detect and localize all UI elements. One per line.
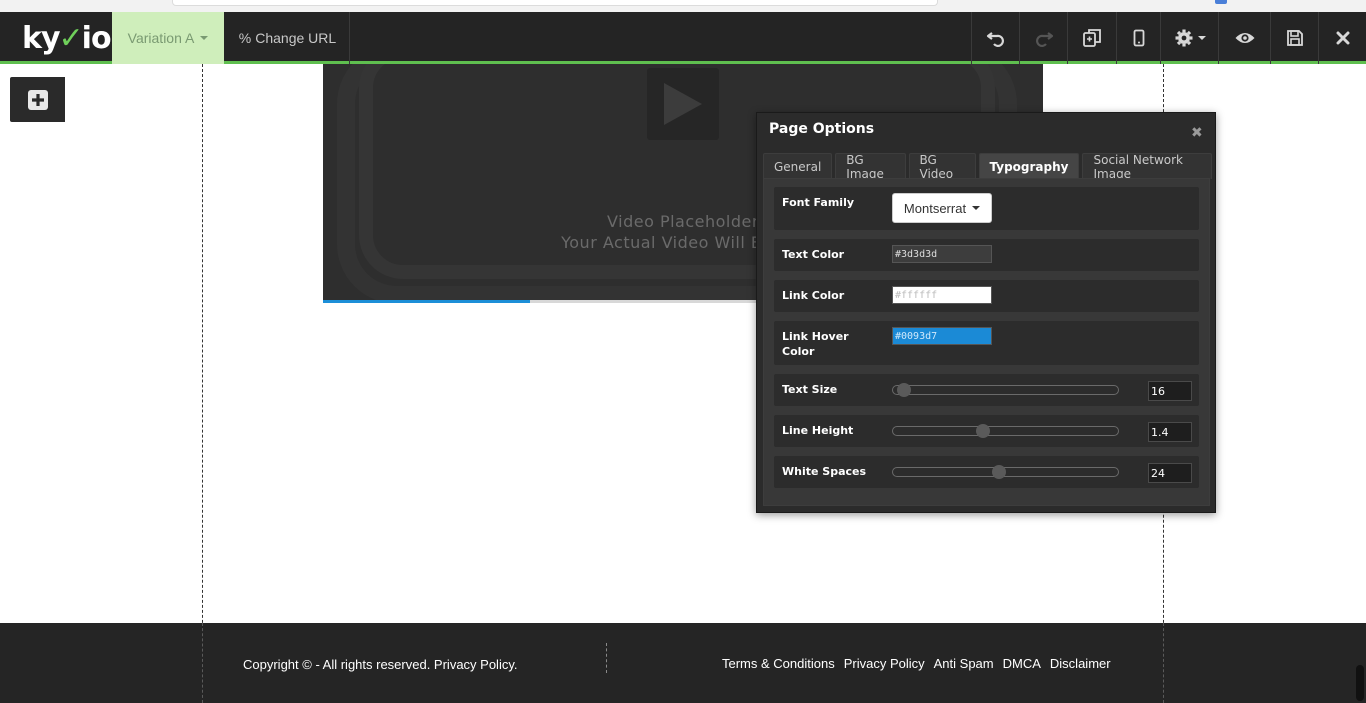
footer-left-guide [202, 623, 203, 703]
link-color-row: Link Color #ffffff [774, 280, 1199, 312]
white-spaces-slider[interactable] [892, 465, 1119, 479]
page-footer: Copyright © - All rights reserved. Priva… [0, 623, 1366, 703]
white-spaces-label: White Spaces [782, 465, 867, 478]
copy-icon [1083, 29, 1101, 47]
link-hover-color-label: Link Hover Color [782, 330, 849, 358]
play-icon [664, 83, 702, 125]
page-options-panel: Page Options ✖ General BG Image BG Video… [756, 112, 1216, 513]
preview-button[interactable] [1218, 12, 1270, 64]
link-color-field[interactable]: #ffffff [892, 286, 992, 304]
content-left-guide [202, 64, 203, 703]
kyvio-logo: ky ✓ io [22, 20, 112, 56]
gear-icon [1175, 29, 1192, 47]
settings-button[interactable] [1160, 12, 1218, 64]
change-url-label: Change URL [255, 30, 337, 46]
line-height-label: Line Height [782, 424, 854, 437]
mobile-view-button[interactable] [1116, 12, 1160, 64]
text-color-row: Text Color #3d3d3d [774, 239, 1199, 271]
text-color-field[interactable]: #3d3d3d [892, 245, 992, 263]
footer-link-terms[interactable]: Terms & Conditions [722, 656, 835, 671]
footer-right-guide [1163, 623, 1164, 703]
save-button[interactable] [1270, 12, 1318, 64]
variation-dropdown[interactable]: Variation A [112, 12, 224, 64]
text-size-row: Text Size 16 [774, 374, 1199, 406]
font-family-label: Font Family [782, 196, 855, 209]
browser-chrome-strip [0, 0, 1366, 12]
panel-title: Page Options [769, 121, 875, 137]
typography-tab-content: Font Family Montserrat Text Color #3d3d3… [763, 178, 1210, 506]
white-spaces-slider-handle[interactable] [991, 465, 1006, 479]
undo-button[interactable] [971, 12, 1019, 64]
white-spaces-input[interactable]: 24 [1148, 463, 1192, 483]
duplicate-button[interactable] [1067, 12, 1116, 64]
video-progress-fill [323, 300, 530, 303]
tab-general[interactable]: General [763, 153, 833, 179]
tab-bg-video[interactable]: BG Video [908, 153, 976, 181]
editor-toolbar: ky ✓ io Variation A % Change URL [0, 12, 1366, 64]
close-editor-button[interactable] [1318, 12, 1366, 64]
footer-column-divider [606, 643, 607, 673]
page-scrollbar[interactable] [1356, 665, 1364, 701]
browser-indicator [1215, 0, 1227, 4]
redo-button[interactable] [1019, 12, 1067, 64]
close-icon [1336, 31, 1349, 45]
text-color-label: Text Color [782, 248, 845, 261]
panel-tabs: General BG Image BG Video Typography Soc… [763, 153, 1215, 181]
chevron-down-icon [972, 206, 981, 210]
tab-typography[interactable]: Typography [978, 153, 1080, 179]
line-height-slider[interactable] [892, 424, 1119, 438]
add-section-button[interactable] [10, 77, 65, 122]
line-height-input[interactable]: 1.4 [1148, 422, 1192, 442]
font-family-row: Font Family Montserrat [774, 187, 1199, 230]
line-height-row: Line Height 1.4 [774, 415, 1199, 447]
mobile-icon [1133, 29, 1144, 47]
link-color-label: Link Color [782, 289, 845, 302]
footer-copyright: Copyright © - All rights reserved. Priva… [243, 657, 518, 672]
tab-bg-image[interactable]: BG Image [835, 153, 906, 181]
font-family-value: Montserrat [903, 200, 967, 216]
tab-social-network-image[interactable]: Social Network Image [1082, 153, 1212, 181]
logo-part-ky: ky [22, 20, 61, 56]
link-hover-color-row: Link Hover Color #0093d7 [774, 321, 1199, 365]
plus-square-icon [27, 89, 48, 110]
footer-link-disclaimer[interactable]: Disclaimer [1050, 656, 1111, 671]
variation-label: Variation A [127, 30, 195, 46]
chevron-down-icon [1197, 36, 1206, 40]
footer-link-anti-spam[interactable]: Anti Spam [934, 656, 994, 671]
link-icon: % [238, 30, 252, 46]
footer-link-privacy[interactable]: Privacy Policy [844, 656, 925, 671]
panel-close-icon[interactable]: ✖ [1191, 125, 1203, 141]
logo-part-io: io [81, 20, 112, 56]
text-size-input[interactable]: 16 [1148, 381, 1192, 401]
change-url-button[interactable]: % Change URL [226, 12, 350, 64]
font-family-select[interactable]: Montserrat [892, 193, 992, 223]
link-hover-color-field[interactable]: #0093d7 [892, 327, 992, 345]
eye-icon [1235, 33, 1254, 43]
text-size-slider[interactable] [892, 383, 1119, 397]
redo-icon [1035, 32, 1053, 47]
line-height-slider-handle[interactable] [976, 424, 990, 438]
play-button[interactable] [647, 68, 719, 140]
logo-check-mark: ✓ [58, 20, 84, 56]
chevron-down-icon [200, 36, 209, 40]
page-editor: ky ✓ io Variation A % Change URL Video P… [0, 0, 1366, 703]
text-size-slider-handle[interactable] [897, 383, 912, 397]
text-size-label: Text Size [782, 383, 838, 396]
address-bar-edge [172, 0, 938, 6]
footer-link-dmca[interactable]: DMCA [1003, 656, 1041, 671]
undo-icon [986, 32, 1004, 47]
save-icon [1286, 30, 1303, 46]
white-spaces-row: White Spaces 24 [774, 456, 1199, 488]
footer-links: Terms & Conditions Privacy Policy Anti S… [722, 656, 1120, 671]
